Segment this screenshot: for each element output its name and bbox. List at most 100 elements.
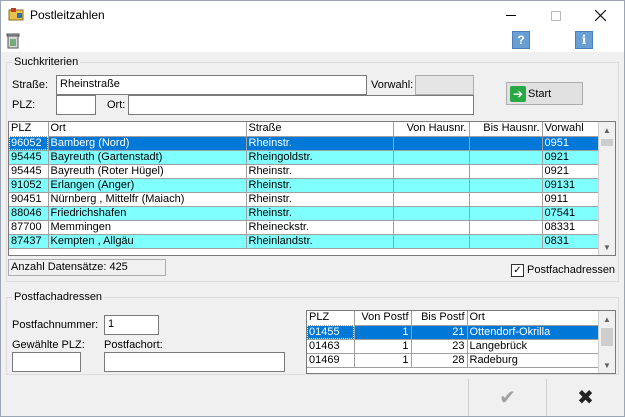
postfach-grid[interactable]: PLZ Von Postf Bis Postf Ort 01455 1 21 Otte… <box>306 310 616 374</box>
results-scrollbar[interactable]: ▲ ▼ <box>598 122 615 255</box>
pf-cell-von: 1 <box>354 325 412 340</box>
cell-vorwahl: 0831 <box>542 234 601 249</box>
cell-vorwahl: 07541 <box>542 206 601 221</box>
results-grid[interactable]: PLZ Ort Straße Von Hausnr. Bis Hausnr. V… <box>8 121 616 256</box>
maximize-button[interactable] <box>533 1 578 30</box>
pf-scroll-thumb[interactable] <box>601 328 613 346</box>
col-ort[interactable]: Ort <box>48 122 247 137</box>
cell-vorwahl: 09131 <box>542 178 601 193</box>
cell-vorwahl: 0921 <box>542 150 601 165</box>
pf-cell-bis: 28 <box>411 353 468 368</box>
table-row[interactable]: 91052 Erlangen (Anger) Rheinstr. 09131 <box>9 178 601 193</box>
info-icon[interactable]: i <box>575 31 593 49</box>
cell-bis-hausnr <box>469 164 543 179</box>
cell-bis-hausnr <box>469 234 543 249</box>
scroll-down-icon[interactable]: ▼ <box>599 239 615 255</box>
table-row[interactable]: 01455 1 21 Ottendorf-Okrilla <box>307 325 600 340</box>
postfachort-label: Postfachort: <box>104 339 163 351</box>
col-vorwahl[interactable]: Vorwahl <box>542 122 601 137</box>
cell-von-hausnr <box>393 192 470 207</box>
pf-cell-ort: Langebrück <box>467 339 600 354</box>
col-von-hausnr[interactable]: Von Hausnr. <box>393 122 470 137</box>
cell-strasse: Rheinstr. <box>246 164 394 179</box>
vorwahl-label: Vorwahl: <box>371 79 414 91</box>
toolbar: ? i <box>1 30 624 52</box>
app-icon <box>8 8 24 21</box>
start-button[interactable]: ➔ Start <box>506 82 583 105</box>
table-row[interactable]: 87437 Kempten , Allgäu Rheinlandstr. 0831 <box>9 234 601 249</box>
col-plz[interactable]: PLZ <box>9 122 49 137</box>
cell-plz: 91052 <box>9 178 49 193</box>
cell-strasse: Rheingoldstr. <box>246 150 394 165</box>
ok-button[interactable]: ✔ <box>468 379 546 416</box>
cell-ort: Nürnberg , Mittelfr (Maiach) <box>48 192 247 207</box>
cell-ort: Bayreuth (Gartenstadt) <box>48 150 247 165</box>
cell-strasse: Rheinstr. <box>246 192 394 207</box>
pf-cell-plz: 01455 <box>307 325 355 340</box>
cell-plz: 87437 <box>9 234 49 249</box>
table-row[interactable]: 96052 Bamberg (Nord) Rheinstr. 0951 <box>9 136 601 151</box>
postfach-checkbox[interactable]: ✓ <box>511 264 524 277</box>
table-row[interactable]: 95445 Bayreuth (Roter Hügel) Rheinstr. 0921 <box>9 164 601 179</box>
cell-strasse: Rheinstr. <box>246 178 394 193</box>
pf-scroll-up-icon[interactable]: ▲ <box>599 311 615 327</box>
pf-scroll-down-icon[interactable]: ▼ <box>599 357 615 373</box>
start-button-label: Start <box>528 87 552 100</box>
postfachort-input[interactable] <box>104 352 285 372</box>
strasse-input[interactable]: Rheinstraße <box>56 75 367 95</box>
cell-bis-hausnr <box>469 150 543 165</box>
close-button[interactable] <box>578 1 623 30</box>
pf-cell-von: 1 <box>354 339 412 354</box>
minimize-icon <box>505 15 516 16</box>
checkmark-icon: ✔ <box>499 387 516 409</box>
col-bis-hausnr[interactable]: Bis Hausnr. <box>469 122 543 137</box>
cell-vorwahl: 0951 <box>542 136 601 151</box>
postfachnummer-label: Postfachnummer: <box>12 319 99 331</box>
cell-strasse: Rheinstr. <box>246 206 394 221</box>
cell-ort: Erlangen (Anger) <box>48 178 247 193</box>
table-row[interactable]: 01469 1 28 Radeburg <box>307 353 600 368</box>
table-row[interactable]: 87700 Memmingen Rheineckstr. 08331 <box>9 220 601 235</box>
pf-cell-ort: Radeburg <box>467 353 600 368</box>
record-count: Anzahl Datensätze: 425 <box>8 259 166 276</box>
minimize-button[interactable] <box>488 1 533 30</box>
help-icon[interactable]: ? <box>512 31 530 49</box>
plz-input[interactable] <box>56 95 96 115</box>
postfachnummer-input[interactable]: 1 <box>104 315 159 335</box>
cell-bis-hausnr <box>469 178 543 193</box>
recycle-bin-icon[interactable] <box>4 31 22 49</box>
postfach-scrollbar[interactable]: ▲ ▼ <box>598 311 615 373</box>
cell-von-hausnr <box>393 206 470 221</box>
postleitzahlen-window: Postleitzahlen ? i Suchkriterien Straße:… <box>0 0 625 417</box>
vorwahl-input[interactable] <box>415 75 474 95</box>
col-strasse[interactable]: Straße <box>246 122 394 137</box>
pf-col-bis[interactable]: Bis Postf <box>411 311 468 326</box>
cell-ort: Kempten , Allgäu <box>48 234 247 249</box>
gewaehlte-plz-input[interactable] <box>12 352 81 372</box>
search-group-label: Suchkriterien <box>12 56 81 68</box>
cell-strasse: Rheinstr. <box>246 136 394 151</box>
cancel-icon: ✖ <box>577 387 594 409</box>
table-row[interactable]: 95445 Bayreuth (Gartenstadt) Rheingoldstr.… <box>9 150 601 165</box>
pf-col-plz[interactable]: PLZ <box>307 311 355 326</box>
cell-plz: 96052 <box>9 136 49 151</box>
table-row[interactable]: 90451 Nürnberg , Mittelfr (Maiach) Rheinst… <box>9 192 601 207</box>
cell-ort: Bayreuth (Roter Hügel) <box>48 164 247 179</box>
cell-ort: Memmingen <box>48 220 247 235</box>
close-icon <box>595 10 606 21</box>
cancel-button[interactable]: ✖ <box>546 379 624 416</box>
pf-cell-plz: 01463 <box>307 339 355 354</box>
plz-label: PLZ: <box>12 99 36 111</box>
ort-input[interactable] <box>128 95 474 115</box>
scroll-thumb[interactable] <box>601 139 613 146</box>
cell-plz: 95445 <box>9 164 49 179</box>
pf-cell-von: 1 <box>354 353 412 368</box>
pf-col-ort[interactable]: Ort <box>467 311 600 326</box>
table-row[interactable]: 88046 Friedrichshafen Rheinstr. 07541 <box>9 206 601 221</box>
results-header-row: PLZ Ort Straße Von Hausnr. Bis Hausnr. V… <box>9 122 601 137</box>
scroll-up-icon[interactable]: ▲ <box>599 122 615 138</box>
cell-bis-hausnr <box>469 136 543 151</box>
pf-col-von[interactable]: Von Postf <box>354 311 412 326</box>
cell-vorwahl: 0921 <box>542 164 601 179</box>
table-row[interactable]: 01463 1 23 Langebrück <box>307 339 600 354</box>
